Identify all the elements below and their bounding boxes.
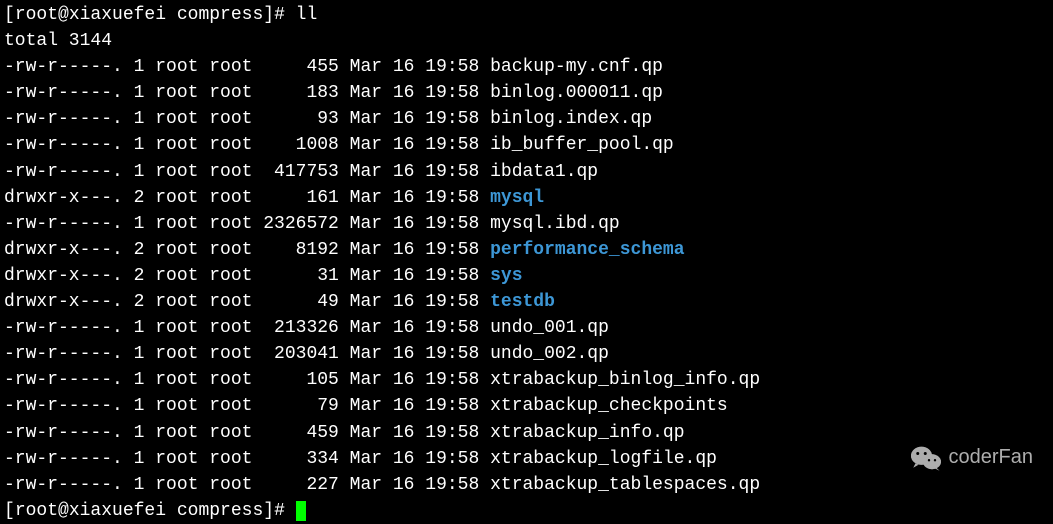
file-name: binlog.index.qp: [490, 109, 652, 129]
file-listing-row: -rw-r-----. 1 root root 334 Mar 16 19:58…: [4, 446, 1049, 472]
file-listing-row: -rw-r-----. 1 root root 93 Mar 16 19:58 …: [4, 106, 1049, 132]
file-name: xtrabackup_logfile.qp: [490, 449, 717, 469]
file-name: xtrabackup_binlog_info.qp: [490, 370, 760, 390]
file-listing-row: drwxr-x---. 2 root root 31 Mar 16 19:58 …: [4, 263, 1049, 289]
prompt-close: ]#: [263, 5, 295, 25]
file-listing-row: drwxr-x---. 2 root root 8192 Mar 16 19:5…: [4, 237, 1049, 263]
prompt-line: [root@xiaxuefei compress]# ll: [4, 2, 1049, 28]
file-name: xtrabackup_tablespaces.qp: [490, 475, 760, 495]
prompt-close: ]#: [263, 501, 295, 521]
file-name: mysql.ibd.qp: [490, 214, 620, 234]
file-listing-row: -rw-r-----. 1 root root 1008 Mar 16 19:5…: [4, 132, 1049, 158]
file-name: undo_001.qp: [490, 318, 609, 338]
file-name: ib_buffer_pool.qp: [490, 135, 674, 155]
file-listing-row: -rw-r-----. 1 root root 417753 Mar 16 19…: [4, 159, 1049, 185]
prompt-user-host: root@xiaxuefei compress: [15, 501, 263, 521]
prompt-user-host: root@xiaxuefei compress: [15, 5, 263, 25]
file-name: xtrabackup_info.qp: [490, 423, 684, 443]
terminal-output[interactable]: [root@xiaxuefei compress]# lltotal 3144-…: [4, 2, 1049, 524]
file-listing-row: -rw-r-----. 1 root root 455 Mar 16 19:58…: [4, 54, 1049, 80]
file-name: undo_002.qp: [490, 344, 609, 364]
cursor[interactable]: [296, 501, 306, 521]
command-text: ll: [296, 5, 318, 25]
file-listing-row: -rw-r-----. 1 root root 213326 Mar 16 19…: [4, 315, 1049, 341]
prompt-bracket: [: [4, 501, 15, 521]
file-name: testdb: [490, 292, 555, 312]
file-listing-row: drwxr-x---. 2 root root 161 Mar 16 19:58…: [4, 185, 1049, 211]
file-listing-row: -rw-r-----. 1 root root 459 Mar 16 19:58…: [4, 420, 1049, 446]
file-name: backup-my.cnf.qp: [490, 57, 663, 77]
file-name: binlog.000011.qp: [490, 83, 663, 103]
file-listing-row: -rw-r-----. 1 root root 105 Mar 16 19:58…: [4, 367, 1049, 393]
watermark-text: coderFan: [949, 443, 1034, 472]
file-listing-row: drwxr-x---. 2 root root 49 Mar 16 19:58 …: [4, 289, 1049, 315]
file-name: ibdata1.qp: [490, 162, 598, 182]
file-name: performance_schema: [490, 240, 684, 260]
wechat-icon: [911, 445, 941, 471]
file-name: sys: [490, 266, 522, 286]
watermark: coderFan: [911, 443, 1034, 472]
file-listing-row: -rw-r-----. 1 root root 227 Mar 16 19:58…: [4, 472, 1049, 498]
file-listing-row: -rw-r-----. 1 root root 183 Mar 16 19:58…: [4, 80, 1049, 106]
total-line: total 3144: [4, 28, 1049, 54]
file-name: xtrabackup_checkpoints: [490, 396, 728, 416]
file-listing-row: -rw-r-----. 1 root root 2326572 Mar 16 1…: [4, 211, 1049, 237]
prompt-bracket: [: [4, 5, 15, 25]
file-listing-row: -rw-r-----. 1 root root 79 Mar 16 19:58 …: [4, 393, 1049, 419]
file-listing-row: -rw-r-----. 1 root root 203041 Mar 16 19…: [4, 341, 1049, 367]
file-name: mysql: [490, 188, 544, 208]
